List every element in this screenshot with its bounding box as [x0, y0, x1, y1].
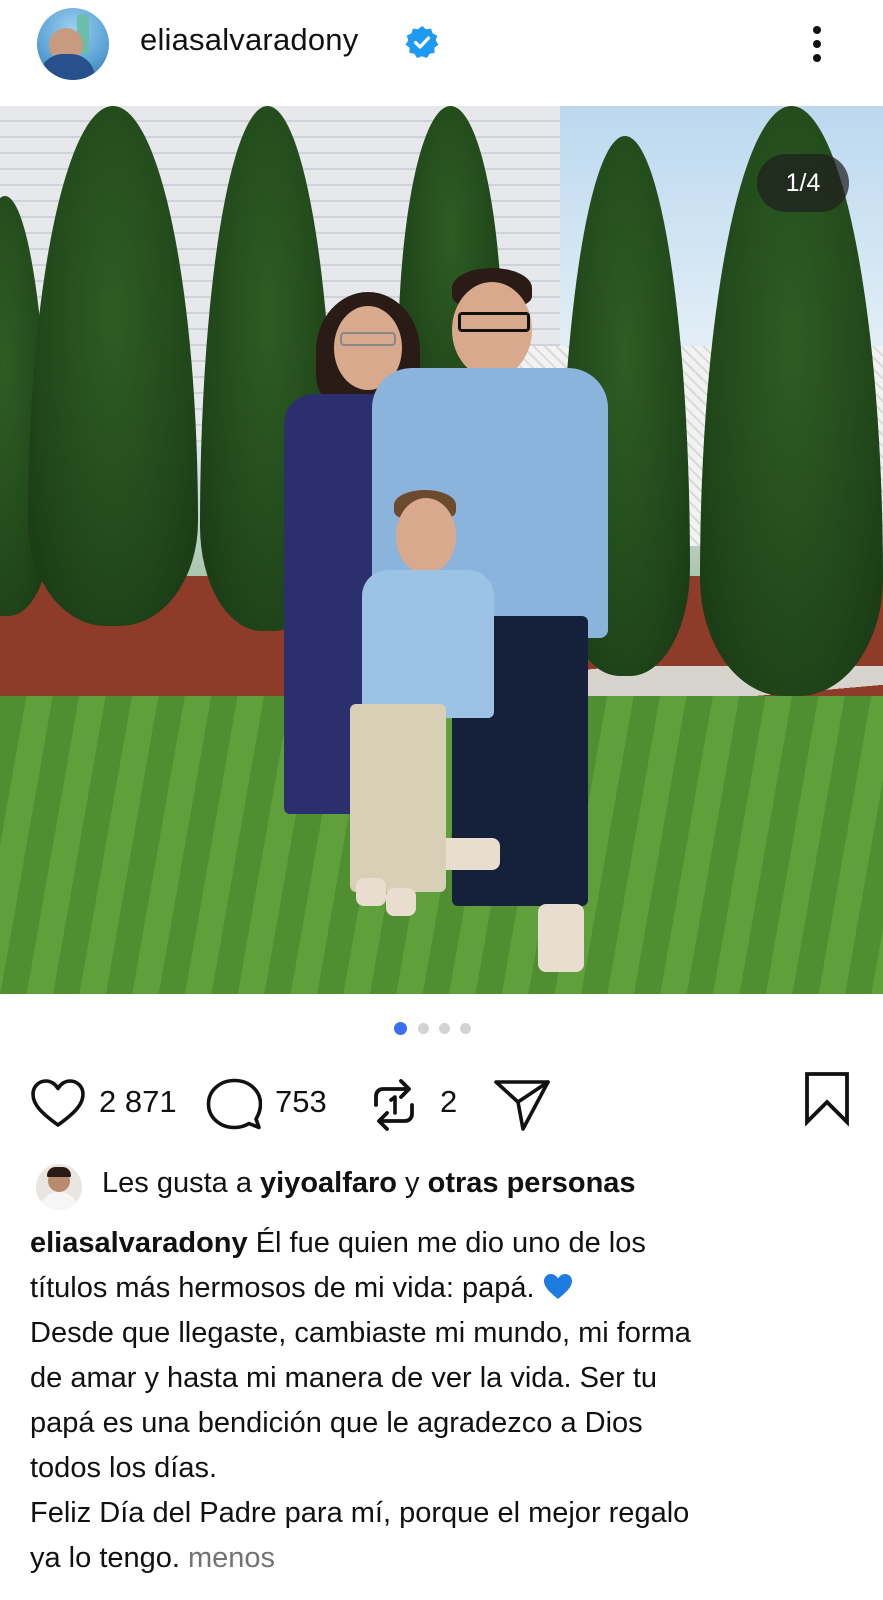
blue-heart-emoji-icon [543, 1274, 572, 1299]
share-icon [494, 1080, 550, 1131]
carousel-dot-active[interactable] [394, 1022, 407, 1035]
caption-line: papá es una bendición que le agradezco a… [30, 1407, 643, 1439]
photo-boy-pants [350, 704, 446, 892]
save-button[interactable] [803, 1071, 851, 1127]
likes-summary[interactable]: Les gusta a yiyoalfaro y otras personas [102, 1167, 636, 1200]
photo-man-shoe [538, 904, 584, 972]
carousel-page-counter: 1/4 [757, 154, 849, 212]
likes-prefix: Les gusta a [102, 1167, 260, 1199]
photo-woman-glasses [340, 332, 396, 346]
likes-middle: y [397, 1167, 428, 1199]
caption-line8: ya lo tengo. [30, 1542, 188, 1574]
post-header: eliasalvaradony [0, 0, 883, 106]
likes-others[interactable]: otras personas [428, 1167, 636, 1199]
photo-boy-face [396, 498, 456, 574]
photo-boy-shoe [356, 878, 386, 906]
repost-icon [374, 1079, 414, 1131]
photo-man-glasses [458, 312, 530, 332]
caption-username[interactable]: eliasalvaradony [30, 1227, 248, 1259]
liker-avatar-hair [47, 1167, 71, 1177]
post-username[interactable]: eliasalvaradony [140, 22, 358, 58]
repost-button[interactable]: 2 [368, 1070, 468, 1136]
reposts-count: 2 [440, 1084, 458, 1119]
comment-button[interactable]: 753 [206, 1070, 336, 1136]
caption-line: eliasalvaradony Él fue quien me dio uno … [30, 1221, 860, 1266]
more-options-button[interactable] [800, 16, 834, 72]
more-dot [813, 40, 821, 48]
post-photo[interactable]: 1/4 [0, 106, 883, 994]
caption-line: títulos más hermosos de mi vida: papá. [30, 1266, 860, 1311]
caption-line: de amar y hasta mi manera de ver la vida… [30, 1362, 658, 1394]
caption-less-link[interactable]: menos [188, 1542, 275, 1574]
heart-icon [31, 1079, 85, 1127]
comment-icon [206, 1078, 262, 1130]
like-button[interactable]: 2 871 [30, 1070, 180, 1136]
share-button[interactable] [493, 1070, 553, 1136]
comments-count: 753 [275, 1084, 327, 1119]
bookmark-icon [805, 1072, 849, 1127]
avatar-body-shape [39, 54, 95, 80]
more-dot [813, 54, 821, 62]
carousel-dot[interactable] [460, 1023, 471, 1034]
caption-line1: Él fue quien me dio uno de los [247, 1227, 646, 1259]
post-caption: eliasalvaradony Él fue quien me dio uno … [30, 1221, 860, 1581]
caption-line: Desde que llegaste, cambiaste mi mundo, … [30, 1317, 691, 1349]
caption-line: todos los días. [30, 1452, 217, 1484]
liker-avatar-body [40, 1192, 78, 1210]
liker-avatar[interactable] [36, 1164, 82, 1210]
more-vertical-icon [813, 26, 821, 34]
action-bar: 2 871 753 2 [0, 1070, 883, 1136]
caption-line: Feliz Día del Padre para mí, porque el m… [30, 1497, 690, 1529]
caption-line2: títulos más hermosos de mi vida: papá. [30, 1272, 543, 1304]
verified-badge-icon [405, 26, 439, 58]
caption-line: ya lo tengo. menos [30, 1536, 860, 1581]
carousel-dot[interactable] [439, 1023, 450, 1034]
carousel-dot[interactable] [418, 1023, 429, 1034]
photo-boy-shirt [362, 570, 494, 718]
likes-count: 2 871 [99, 1084, 177, 1119]
likes-user[interactable]: yiyoalfaro [260, 1167, 397, 1199]
photo-boy-shoe [386, 888, 416, 916]
profile-avatar[interactable] [37, 8, 109, 80]
